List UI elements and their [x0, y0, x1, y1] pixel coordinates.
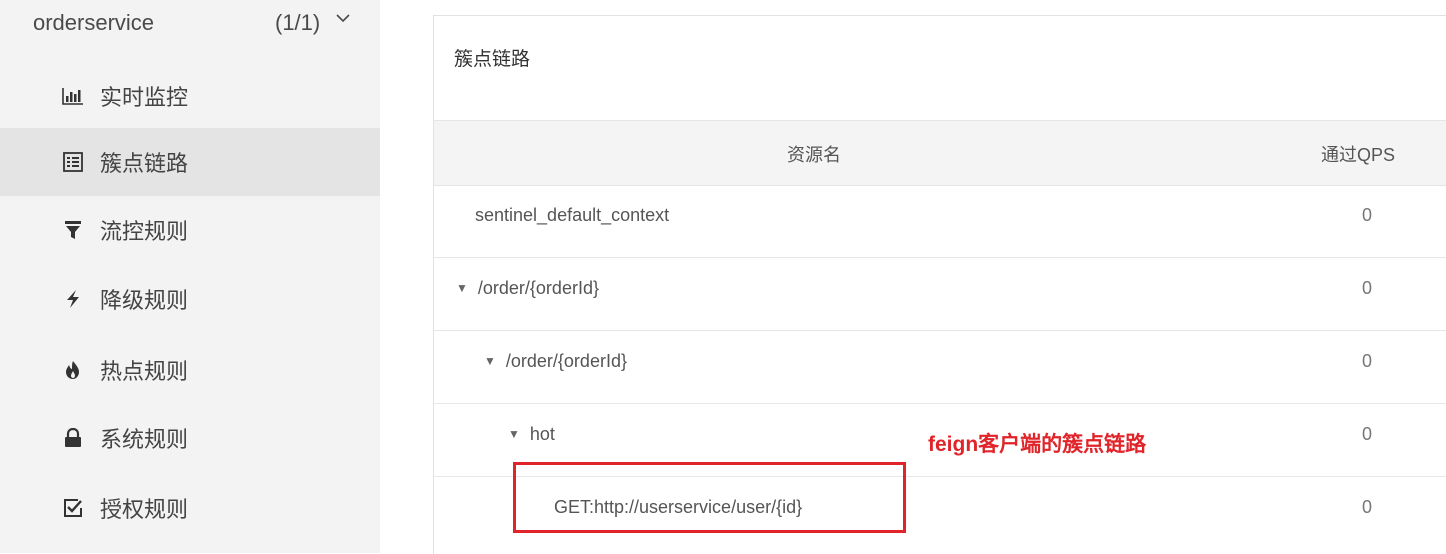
sidebar-item-label: 热点规则 [100, 359, 189, 384]
sidebar-item-system-rules[interactable]: 系统规则 [0, 404, 380, 472]
sidebar-item-cluster-chain[interactable]: 簇点链路 [0, 128, 380, 196]
table-row: ▼ /order/{orderId} 0 [434, 331, 1446, 404]
sidebar-item-label: 降级规则 [100, 288, 189, 313]
list-icon [61, 150, 85, 174]
table-row: sentinel_default_context 0 [434, 185, 1446, 258]
filter-icon [61, 218, 85, 242]
service-header[interactable]: orderservice (1/1) [0, 0, 380, 50]
sidebar-item-label: 簇点链路 [100, 151, 189, 176]
column-header-resource-name: 资源名 [787, 145, 841, 165]
column-header-pass-qps: 通过QPS [1321, 145, 1396, 165]
expand-triangle-icon[interactable]: ▼ [508, 427, 520, 441]
sidebar-item-label: 实时监控 [100, 85, 189, 110]
pass-qps-value: 0 [1362, 424, 1373, 444]
expand-triangle-icon[interactable]: ▼ [456, 281, 468, 295]
resource-name: hot [529, 424, 555, 444]
table-header: 资源名 通过QPS [434, 120, 1446, 186]
resource-name: sentinel_default_context [475, 205, 670, 225]
sidebar-item-degrade-rules[interactable]: 降级规则 [0, 265, 380, 333]
pass-qps-value: 0 [1362, 351, 1373, 371]
lock-icon [61, 426, 85, 450]
pass-qps-value: 0 [1362, 205, 1373, 225]
sidebar: orderservice (1/1) 实时监控 簇点链路 流控规则 降级规则 热… [0, 0, 380, 553]
highlight-box [513, 462, 906, 533]
flash-icon [61, 287, 85, 311]
sidebar-item-auth-rules[interactable]: 授权规则 [0, 474, 380, 542]
table-row: ▼ /order/{orderId} 0 [434, 258, 1446, 331]
resource-name: /order/{orderId} [477, 278, 599, 298]
annotation-label: feign客户端的簇点链路 [928, 433, 1147, 456]
checkbox-icon [61, 496, 85, 520]
sidebar-item-flow-rules[interactable]: 流控规则 [0, 196, 380, 264]
sidebar-item-realtime-monitor[interactable]: 实时监控 [0, 62, 380, 130]
pass-qps-value: 0 [1362, 278, 1373, 298]
panel-title: 簇点链路 [454, 49, 531, 70]
bar-chart-icon [61, 84, 85, 108]
sidebar-item-label: 授权规则 [100, 497, 189, 522]
fire-icon [61, 358, 85, 382]
resource-name: /order/{orderId} [505, 351, 627, 371]
sidebar-item-hotspot-rules[interactable]: 热点规则 [0, 336, 380, 404]
sidebar-item-label: 系统规则 [100, 427, 189, 452]
service-name: orderservice [33, 10, 155, 35]
service-instance-count: (1/1) [275, 10, 321, 35]
expand-triangle-icon[interactable]: ▼ [484, 354, 496, 368]
sidebar-item-label: 流控规则 [100, 219, 189, 244]
pass-qps-value: 0 [1362, 497, 1373, 517]
chevron-down-icon[interactable] [336, 10, 350, 28]
